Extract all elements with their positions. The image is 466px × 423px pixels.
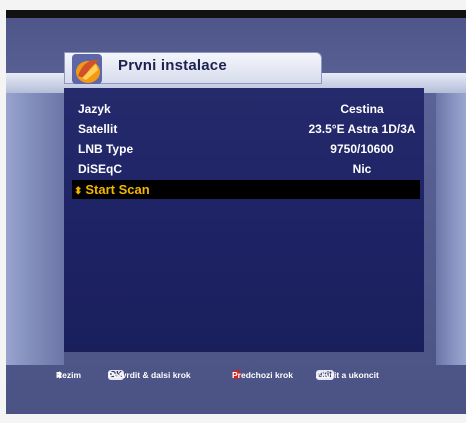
setting-row-language[interactable]: Jazyk Cestina bbox=[72, 100, 420, 119]
start-scan-label: Start Scan bbox=[85, 182, 150, 197]
top-bar bbox=[6, 10, 466, 18]
installation-logo-icon bbox=[72, 54, 102, 84]
setting-row-satellite[interactable]: Satellit 23.5°E Astra 1D/3A bbox=[72, 120, 420, 139]
ok-text: Potvrdit & dalsi krok bbox=[108, 370, 191, 380]
setting-value: Nic bbox=[352, 162, 372, 176]
footer-help-bar: ⬍ Rezim OK Potvrdit & dalsi krok Predcho… bbox=[0, 362, 460, 382]
setting-label: Satellit bbox=[78, 122, 118, 136]
selected-label: ⬍ Start Scan bbox=[74, 182, 150, 197]
setting-label: DiSEqC bbox=[78, 162, 123, 176]
start-scan-item[interactable]: ⬍ Start Scan bbox=[72, 180, 420, 199]
setting-value: 9750/10600 bbox=[330, 142, 394, 156]
mode-label: Rezim bbox=[56, 370, 82, 380]
setting-value: 23.5°E Astra 1D/3A bbox=[308, 122, 416, 136]
setting-row-lnb-type[interactable]: LNB Type 9750/10600 bbox=[72, 140, 420, 159]
setting-value: Cestina bbox=[340, 102, 384, 116]
up-down-arrow-icon: ⬍ bbox=[74, 186, 83, 197]
exit-text: Zavrit a ukoncit bbox=[316, 370, 379, 380]
setting-label: Jazyk bbox=[78, 102, 111, 116]
red-text: Predchozi krok bbox=[232, 370, 293, 380]
setting-row-diseqc[interactable]: DiSEqC Nic bbox=[72, 160, 420, 179]
page-title: Prvni instalace bbox=[118, 57, 227, 74]
left-decor bbox=[6, 93, 64, 365]
setting-label: LNB Type bbox=[78, 142, 134, 156]
